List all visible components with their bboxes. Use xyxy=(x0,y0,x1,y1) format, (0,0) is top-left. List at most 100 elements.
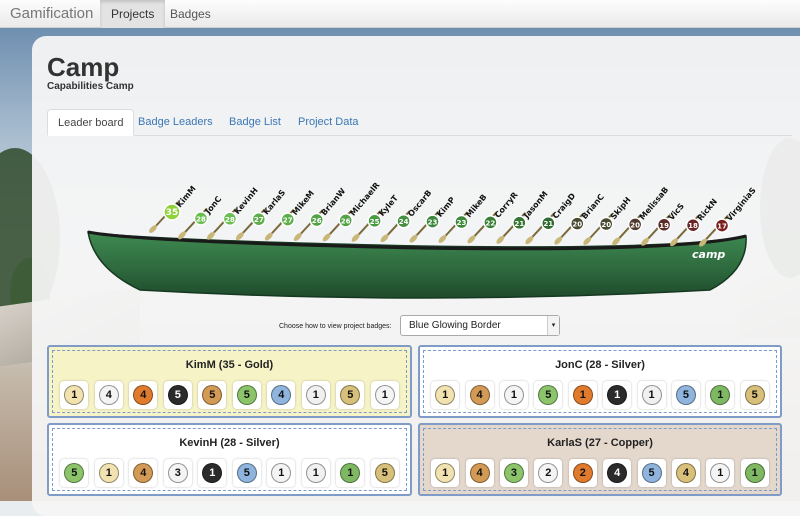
paddler-points: 21 xyxy=(514,220,524,228)
badge-icon[interactable]: 4 xyxy=(671,459,700,487)
badge-level: 1 xyxy=(710,385,731,405)
paddler-points: 28 xyxy=(196,215,206,223)
badge-icon[interactable]: 1 xyxy=(431,381,460,409)
badge-icon[interactable]: 1 xyxy=(706,459,735,487)
paddler-corryr[interactable]: 22CorryR xyxy=(466,190,520,244)
badge-icon[interactable]: 1 xyxy=(94,459,123,487)
badge-level: 4 xyxy=(469,463,490,483)
badge-icon[interactable]: 4 xyxy=(129,381,158,409)
paddler-brianw[interactable]: 26BrianW xyxy=(292,186,347,242)
paddler-brianc[interactable]: 20BrianC xyxy=(553,192,606,246)
badge-icon[interactable]: 5 xyxy=(336,381,365,409)
badge-icon[interactable]: 5 xyxy=(163,381,192,409)
tab-bar: Leader board Badge Leaders Badge List Pr… xyxy=(47,109,792,136)
paddler-points: 23 xyxy=(457,219,467,227)
badge-icon[interactable]: 5 xyxy=(534,381,563,409)
nav-projects[interactable]: Projects xyxy=(100,0,166,28)
badge-row: 1445554151 xyxy=(57,380,402,410)
player-card-title: KimM (35 - Gold) xyxy=(185,359,274,371)
badge-level: 4 xyxy=(133,385,154,405)
player-card-title: KevinH (28 - Silver) xyxy=(179,437,280,449)
nav-badges[interactable]: Badges xyxy=(159,0,222,28)
badge-level: 1 xyxy=(64,385,85,405)
paddler-points: 25 xyxy=(370,218,380,226)
badge-icon[interactable]: 5 xyxy=(232,381,261,409)
brand-title[interactable]: Gamification xyxy=(10,5,93,22)
badge-icon[interactable]: 5 xyxy=(740,381,769,409)
tab-leader-board[interactable]: Leader board xyxy=(47,109,135,136)
paddler-mikem[interactable]: 27MikeM xyxy=(263,189,316,242)
paddler-points: 20 xyxy=(630,221,640,229)
badge-level: 1 xyxy=(98,463,119,483)
paddler-points: 26 xyxy=(312,217,322,225)
badge-level: 5 xyxy=(340,385,361,405)
badge-icon[interactable]: 5 xyxy=(370,459,399,487)
paddler-points: 20 xyxy=(601,221,611,229)
player-card-title: JonC (28 - Silver) xyxy=(555,359,645,371)
player-card-kimm: KimM (35 - Gold) 1445554151 xyxy=(47,345,412,418)
badge-level: 4 xyxy=(607,463,628,483)
paddler-jasonm[interactable]: 21JasonM xyxy=(495,190,550,246)
badge-level: 1 xyxy=(271,463,292,483)
paddler-points: 23 xyxy=(428,219,438,227)
player-card-karlas: KarlaS (27 - Copper) 1432245411 xyxy=(418,423,782,496)
badge-icon[interactable]: 5 xyxy=(671,381,700,409)
badge-level: 5 xyxy=(202,385,223,405)
paddler-points: 18 xyxy=(688,222,698,230)
badge-icon[interactable]: 4 xyxy=(465,459,494,487)
badge-icon[interactable]: 1 xyxy=(603,381,632,409)
tab-project-data[interactable]: Project Data xyxy=(288,109,369,136)
badge-level: 4 xyxy=(469,385,490,405)
paddler-craigd[interactable]: 21CraigD xyxy=(524,191,578,245)
badge-level: 5 xyxy=(236,385,257,405)
badge-icon[interactable]: 1 xyxy=(301,381,330,409)
paddler-name: VirginiaS xyxy=(725,186,758,223)
player-card-jonc: JonC (28 - Silver) 1415111515 xyxy=(418,345,782,418)
badge-icon[interactable]: 2 xyxy=(568,459,597,487)
badge-row: 5143151115 xyxy=(57,458,402,488)
badge-icon[interactable]: 1 xyxy=(740,459,769,487)
paddler-points: 28 xyxy=(225,216,235,224)
badge-icon[interactable]: 1 xyxy=(198,459,227,487)
badge-icon[interactable]: 1 xyxy=(637,381,666,409)
paddler-karlas[interactable]: 27KarlaS xyxy=(235,188,288,242)
badge-icon[interactable]: 4 xyxy=(465,381,494,409)
badge-level: 1 xyxy=(374,385,395,405)
paddler-points: 17 xyxy=(717,223,727,231)
badge-icon[interactable]: 4 xyxy=(129,459,158,487)
badge-level: 2 xyxy=(572,463,593,483)
badge-icon[interactable]: 1 xyxy=(267,459,296,487)
badge-icon[interactable]: 5 xyxy=(232,459,261,487)
badge-icon[interactable]: 1 xyxy=(568,381,597,409)
badge-icon[interactable]: 4 xyxy=(94,381,123,409)
badge-level: 5 xyxy=(167,385,188,405)
page-subtitle: Capabilities Camp xyxy=(47,81,134,92)
badge-icon[interactable]: 1 xyxy=(370,381,399,409)
badge-icon[interactable]: 5 xyxy=(637,459,666,487)
paddler-kevinh[interactable]: 28KevinH xyxy=(206,186,260,241)
tab-badge-leaders[interactable]: Badge Leaders xyxy=(128,109,223,136)
paddler-name: MelissaB xyxy=(638,185,671,221)
badge-icon[interactable]: 3 xyxy=(499,459,528,487)
paddler-name: KevinH xyxy=(233,186,260,216)
badge-level: 4 xyxy=(133,463,154,483)
badge-icon[interactable]: 1 xyxy=(336,459,365,487)
badge-icon[interactable]: 4 xyxy=(267,381,296,409)
badge-icon[interactable]: 1 xyxy=(60,381,89,409)
badge-icon[interactable]: 5 xyxy=(60,459,89,487)
badge-icon[interactable]: 5 xyxy=(198,381,227,409)
player-card-kevinh: KevinH (28 - Silver) 5143151115 xyxy=(47,423,412,496)
badge-icon[interactable]: 2 xyxy=(534,459,563,487)
badge-icon[interactable]: 1 xyxy=(431,459,460,487)
paddler-oscarb[interactable]: 24OscarB xyxy=(379,188,434,243)
paddler-name: MikeB xyxy=(464,193,488,220)
badge-icon[interactable]: 3 xyxy=(163,459,192,487)
badge-level: 1 xyxy=(305,463,326,483)
badge-icon[interactable]: 1 xyxy=(706,381,735,409)
paddler-points: 26 xyxy=(341,217,351,225)
badge-icon[interactable]: 1 xyxy=(301,459,330,487)
badge-icon[interactable]: 4 xyxy=(603,459,632,487)
badge-icon[interactable]: 1 xyxy=(499,381,528,409)
tab-badge-list[interactable]: Badge List xyxy=(219,109,291,136)
badge-view-select[interactable]: Blue Glowing Border ▾ xyxy=(400,315,560,336)
